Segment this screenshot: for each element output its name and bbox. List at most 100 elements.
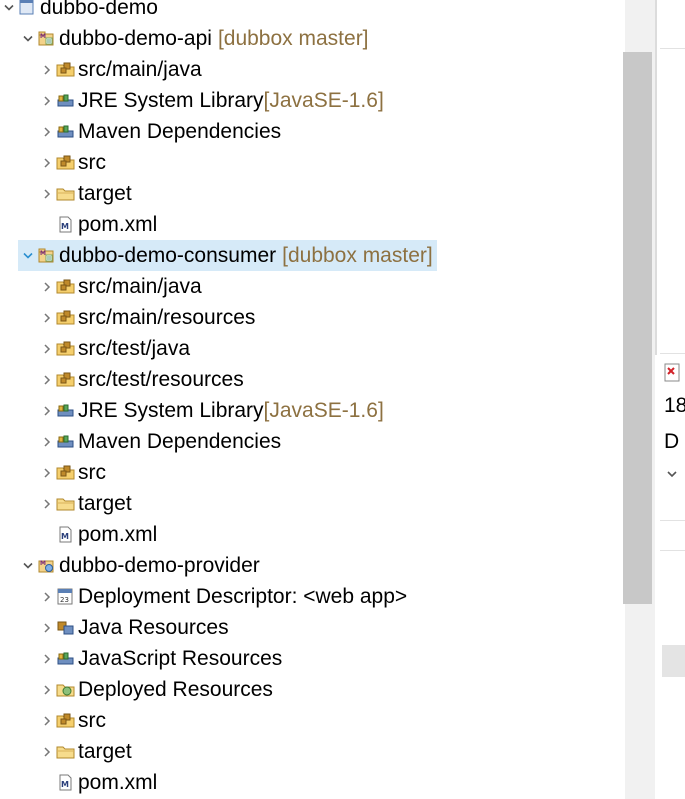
tree-row[interactable]: Maven Dependencies — [0, 116, 625, 147]
expand-chevron-down-icon[interactable] — [0, 0, 18, 23]
tree-row[interactable]: 23 Deployment Descriptor: <web app> — [0, 581, 625, 612]
tree-item[interactable]: dubbo-demo — [0, 0, 158, 23]
collapse-chevron-right-icon[interactable] — [37, 426, 56, 457]
collapse-chevron-right-icon[interactable] — [37, 147, 56, 178]
tree-row[interactable]: Mdubbo-demo-provider — [0, 550, 625, 581]
tree-row[interactable]: src — [0, 147, 625, 178]
tree-item[interactable]: src — [37, 457, 106, 488]
tree-item[interactable]: target — [37, 178, 132, 209]
tree-item[interactable]: src/main/java — [37, 54, 202, 85]
deployed-resources-icon — [56, 680, 75, 699]
tree-row[interactable]: src/main/java — [0, 271, 625, 302]
tree-item[interactable]: Mdubbo-demo-consumer [dubbox master] — [18, 240, 437, 271]
collapse-chevron-right-icon[interactable] — [37, 333, 56, 364]
tree-item[interactable]: src/test/java — [37, 333, 190, 364]
tree-item[interactable]: Mdubbo-demo-provider — [18, 550, 260, 581]
tree-item[interactable]: Maven Dependencies — [37, 116, 281, 147]
tree-row[interactable]: JavaScript Resources — [0, 643, 625, 674]
right-panel-button[interactable] — [662, 645, 685, 677]
collapse-chevron-right-icon[interactable] — [37, 85, 56, 116]
tree-item[interactable]: src/main/resources — [37, 302, 255, 333]
deployment-descriptor-icon: 23 — [56, 587, 75, 606]
source-folder-icon — [56, 308, 75, 327]
right-panel-divider — [660, 48, 685, 49]
tree-item[interactable]: src — [37, 705, 106, 736]
collapse-chevron-right-icon[interactable] — [37, 271, 56, 302]
tree-item-label: src/test/java — [78, 337, 191, 360]
collapse-chevron-right-icon[interactable] — [37, 674, 56, 705]
collapse-chevron-right-icon[interactable] — [37, 364, 56, 395]
collapse-chevron-right-icon[interactable] — [37, 178, 56, 209]
tree-row[interactable]: Mdubbo-demo-api [dubbox master] — [0, 23, 625, 54]
tree-item[interactable]: src/main/java — [37, 271, 202, 302]
tree-item[interactable]: JRE System Library [JavaSE-1.6] — [37, 85, 384, 116]
collapse-chevron-right-icon[interactable] — [37, 643, 56, 674]
tree-row[interactable]: src/main/java — [0, 54, 625, 85]
collapse-chevron-right-icon[interactable] — [37, 736, 56, 767]
tree-row[interactable]: Mdubbo-demo-consumer [dubbox master] — [0, 240, 625, 271]
tree-item[interactable]: Maven Dependencies — [37, 426, 281, 457]
tree-item[interactable]: Deployed Resources — [37, 674, 273, 705]
tree-item[interactable]: src — [37, 147, 106, 178]
library-icon — [56, 432, 75, 451]
expand-chevron-down-icon[interactable] — [18, 23, 37, 54]
tree-row[interactable]: dubbo-demo — [0, 0, 625, 23]
tree-row[interactable]: target — [0, 736, 625, 767]
tree-item[interactable]: Mpom.xml — [37, 767, 157, 798]
collapse-chevron-right-icon[interactable] — [37, 581, 56, 612]
scrollbar-thumb[interactable] — [623, 52, 652, 604]
collapse-chevron-right-icon[interactable] — [37, 302, 56, 333]
tree-row[interactable]: Maven Dependencies — [0, 426, 625, 457]
tree-item[interactable]: target — [37, 736, 132, 767]
tree-row[interactable]: src/main/resources — [0, 302, 625, 333]
tree-item[interactable]: target — [37, 488, 132, 519]
tree-item-label: pom.xml — [78, 523, 158, 546]
tree-row[interactable]: Deployed Resources — [0, 674, 625, 705]
maven-project-icon: M — [37, 246, 56, 265]
tree-row[interactable]: src/test/resources — [0, 364, 625, 395]
collapse-chevron-right-icon[interactable] — [37, 54, 56, 85]
tree-item[interactable]: JavaScript Resources — [37, 643, 282, 674]
tree-row[interactable]: src — [0, 457, 625, 488]
chevron-down-icon[interactable] — [666, 466, 678, 484]
tree-item-label: src/main/resources — [78, 306, 256, 329]
maven-pom-icon: M — [56, 525, 75, 544]
tree-row[interactable]: target — [0, 488, 625, 519]
source-folder-icon — [56, 153, 75, 172]
collapse-chevron-right-icon[interactable] — [37, 488, 56, 519]
maven-pom-icon: M — [56, 215, 75, 234]
collapse-chevron-right-icon[interactable] — [37, 395, 56, 426]
working-set-icon — [18, 0, 37, 17]
expand-chevron-down-icon[interactable] — [18, 240, 37, 271]
collapse-chevron-right-icon[interactable] — [37, 705, 56, 736]
tree-row[interactable]: Mpom.xml — [0, 209, 625, 240]
tree-row[interactable]: Mpom.xml — [0, 519, 625, 550]
svg-text:M: M — [61, 780, 69, 789]
tree-row[interactable]: JRE System Library [JavaSE-1.6] — [0, 85, 625, 116]
library-icon — [56, 649, 75, 668]
collapse-chevron-right-icon[interactable] — [37, 116, 56, 147]
tree-row[interactable]: target — [0, 178, 625, 209]
tree-row[interactable]: Java Resources — [0, 612, 625, 643]
tree-row[interactable]: src — [0, 705, 625, 736]
tree-item[interactable]: JRE System Library [JavaSE-1.6] — [37, 395, 384, 426]
expand-chevron-down-icon[interactable] — [18, 550, 37, 581]
tree-item[interactable]: Mpom.xml — [37, 209, 157, 240]
tree-row[interactable]: Mpom.xml — [0, 767, 625, 798]
tree-item[interactable]: Mpom.xml — [37, 519, 157, 550]
error-marker-icon[interactable] — [663, 363, 683, 383]
tree-item-label: target — [78, 492, 132, 515]
tree-row[interactable]: src/test/java — [0, 333, 625, 364]
tree-row[interactable]: JRE System Library [JavaSE-1.6] — [0, 395, 625, 426]
collapse-chevron-right-icon[interactable] — [37, 457, 56, 488]
tree-item-label: dubbo-demo — [40, 0, 158, 19]
tree-item-label: src/main/java — [78, 275, 202, 298]
tree-item[interactable]: src/test/resources — [37, 364, 244, 395]
tree-item[interactable]: 23 Deployment Descriptor: <web app> — [37, 581, 407, 612]
collapse-chevron-right-icon[interactable] — [37, 612, 56, 643]
tree-item[interactable]: Java Resources — [37, 612, 229, 643]
tree-item[interactable]: Mdubbo-demo-api [dubbox master] — [18, 23, 369, 54]
tree-item-label: src — [78, 151, 106, 174]
